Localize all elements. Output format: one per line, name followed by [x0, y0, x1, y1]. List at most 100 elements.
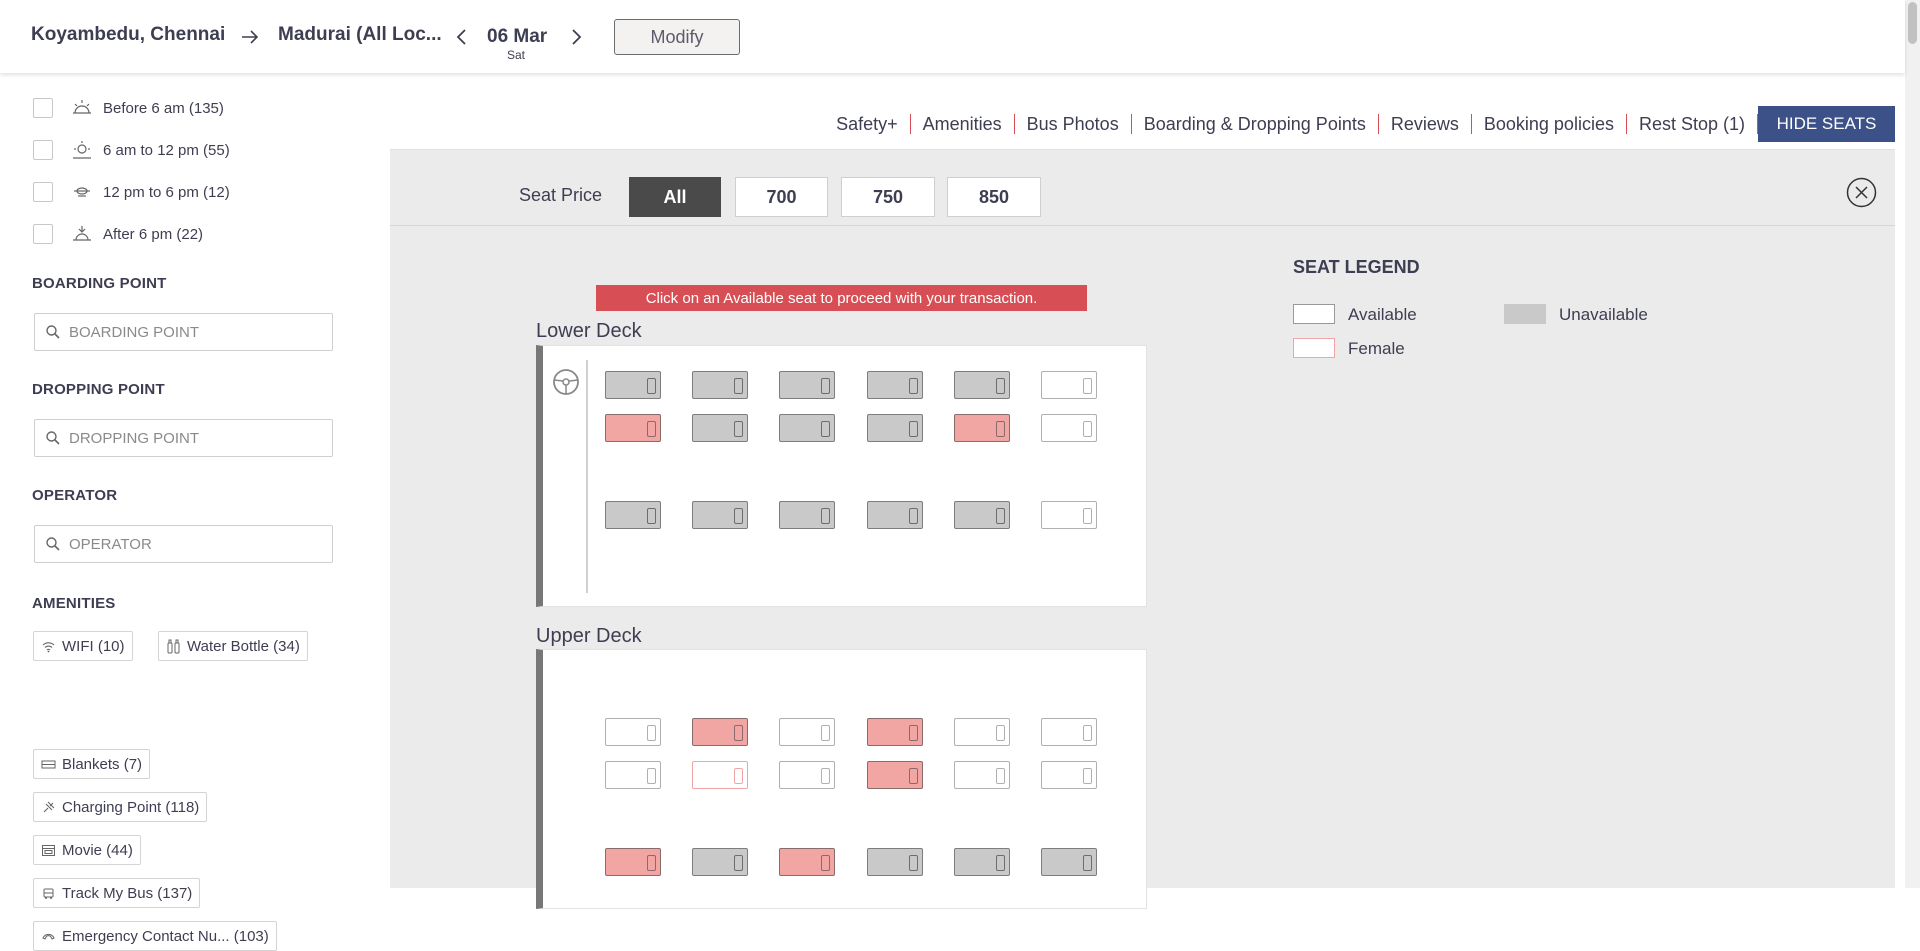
seat-female[interactable] [692, 761, 748, 789]
seat-legend-title: SEAT LEGEND [1293, 257, 1420, 277]
seat-unavailable [779, 414, 835, 442]
charging-icon [43, 801, 55, 812]
upper-deck-title: Upper Deck [536, 625, 642, 647]
seat-unavailable [692, 848, 748, 876]
seat-unavailable [867, 414, 923, 442]
lower-deck-title: Lower Deck [536, 320, 642, 342]
legend-unavailable-swatch [1504, 304, 1546, 324]
modify-button[interactable]: Modify [614, 19, 740, 55]
chevron-right-icon[interactable] [566, 26, 586, 48]
checkbox[interactable] [33, 224, 53, 244]
operator-input[interactable] [69, 535, 309, 553]
blanket-icon [41, 760, 56, 768]
legend-female-label: Female [1348, 339, 1405, 358]
boarding-point-title: BOARDING POINT [32, 275, 167, 292]
seat-available[interactable] [1041, 761, 1097, 789]
chevron-left-icon[interactable] [452, 26, 472, 48]
search-icon [46, 325, 60, 339]
price-filter-700[interactable]: 700 [735, 177, 828, 217]
seat-available[interactable] [605, 761, 661, 789]
seat-unavailable [954, 371, 1010, 399]
tab-bus-photos[interactable]: Bus Photos [1015, 114, 1132, 134]
seat-available[interactable] [605, 718, 661, 746]
operator-title: OPERATOR [32, 487, 118, 504]
amenity-label: WIFI (10) [62, 637, 125, 655]
seat-booked-female [692, 718, 748, 746]
filter-label: Before 6 am (135) [103, 99, 224, 117]
tab-safety-plus[interactable]: Safety+ [824, 114, 911, 134]
travel-date: 06 Mar [487, 26, 548, 47]
seat-layout-panel: Safety+ Amenities Bus Photos Boarding & … [390, 73, 1895, 909]
legend-female-swatch [1293, 338, 1335, 358]
filter-12pm-6pm[interactable]: 12 pm to 6 pm (12) [33, 181, 230, 203]
page-scrollbar-thumb[interactable] [1908, 2, 1917, 44]
tab-booking-policies[interactable]: Booking policies [1472, 114, 1627, 134]
seat-available[interactable] [779, 761, 835, 789]
seat-booked-female [605, 414, 661, 442]
tab-amenities[interactable]: Amenities [911, 114, 1015, 134]
seat-available[interactable] [1041, 718, 1097, 746]
seat-available[interactable] [954, 761, 1010, 789]
steering-wheel-icon [553, 369, 579, 395]
checkbox[interactable] [33, 140, 53, 160]
seat-available[interactable] [954, 718, 1010, 746]
top-bar: Koyambedu, Chennai Madurai (All Loc... 0… [0, 0, 1905, 73]
dropping-point-search[interactable] [34, 419, 333, 457]
boarding-point-input[interactable] [69, 323, 309, 341]
seat-booked-female [779, 848, 835, 876]
filter-label: 12 pm to 6 pm (12) [103, 183, 230, 201]
seat-selection-notice: Click on an Available seat to proceed wi… [596, 285, 1087, 311]
filter-after-6pm[interactable]: After 6 pm (22) [33, 223, 203, 245]
seat-unavailable [692, 371, 748, 399]
boarding-point-search[interactable] [34, 313, 333, 351]
page-scrollbar[interactable] [1905, 0, 1920, 888]
price-filter-850[interactable]: 850 [947, 177, 1041, 217]
seat-unavailable [954, 501, 1010, 529]
amenity-movie[interactable]: Movie (44) [33, 835, 141, 865]
amenity-label: Water Bottle (34) [187, 637, 300, 655]
tab-reviews[interactable]: Reviews [1379, 114, 1472, 134]
dropping-point-title: DROPPING POINT [32, 381, 165, 398]
tab-boarding-dropping-points[interactable]: Boarding & Dropping Points [1132, 114, 1379, 134]
checkbox[interactable] [33, 182, 53, 202]
operator-search[interactable] [34, 525, 333, 563]
filter-label: 6 am to 12 pm (55) [103, 141, 230, 159]
checkbox[interactable] [33, 98, 53, 118]
amenity-emergency-contact[interactable]: Emergency Contact Nu... (103) [33, 921, 277, 951]
water-bottle-icon [167, 639, 180, 653]
seat-available[interactable] [779, 718, 835, 746]
filter-before-6am[interactable]: Before 6 am (135) [33, 97, 224, 119]
tab-rest-stop[interactable]: Rest Stop (1) [1627, 114, 1758, 134]
wifi-icon [42, 641, 55, 652]
travel-weekday: Sat [507, 48, 526, 62]
phone-icon [42, 933, 55, 940]
amenity-label: Emergency Contact Nu... (103) [62, 927, 269, 945]
sunset-icon [73, 226, 91, 241]
filter-6am-12pm[interactable]: 6 am to 12 pm (55) [33, 139, 230, 161]
seat-unavailable [779, 371, 835, 399]
price-filter-750[interactable]: 750 [841, 177, 935, 217]
price-filter-all[interactable]: All [629, 177, 721, 217]
deck-divider [586, 360, 588, 593]
seat-price-label: Seat Price [519, 185, 603, 205]
amenity-water-bottle[interactable]: Water Bottle (34) [158, 631, 308, 661]
sun-cloud-icon [74, 187, 90, 197]
bus-details-tabs: Safety+ Amenities Bus Photos Boarding & … [824, 106, 1895, 142]
bus-details-bar: Safety+ Amenities Bus Photos Boarding & … [390, 73, 1895, 150]
dropping-point-input[interactable] [69, 429, 309, 447]
amenity-blankets[interactable]: Blankets (7) [33, 749, 151, 779]
seat-available[interactable] [1041, 371, 1097, 399]
seat-price-bar [390, 150, 1895, 226]
seat-booked-female [605, 848, 661, 876]
seat-unavailable [692, 414, 748, 442]
legend-unavailable-label: Unavailable [1559, 305, 1648, 324]
close-icon[interactable] [1846, 177, 1877, 208]
amenity-track-my-bus[interactable]: Track My Bus (137) [33, 878, 201, 908]
upper-deck [536, 649, 1147, 909]
sun-icon [73, 141, 91, 159]
seat-available[interactable] [1041, 501, 1097, 529]
amenity-charging-point[interactable]: Charging Point (118) [33, 792, 208, 822]
hide-seats-button[interactable]: HIDE SEATS [1758, 106, 1895, 142]
amenity-wifi[interactable]: WIFI (10) [33, 631, 133, 661]
seat-available[interactable] [1041, 414, 1097, 442]
